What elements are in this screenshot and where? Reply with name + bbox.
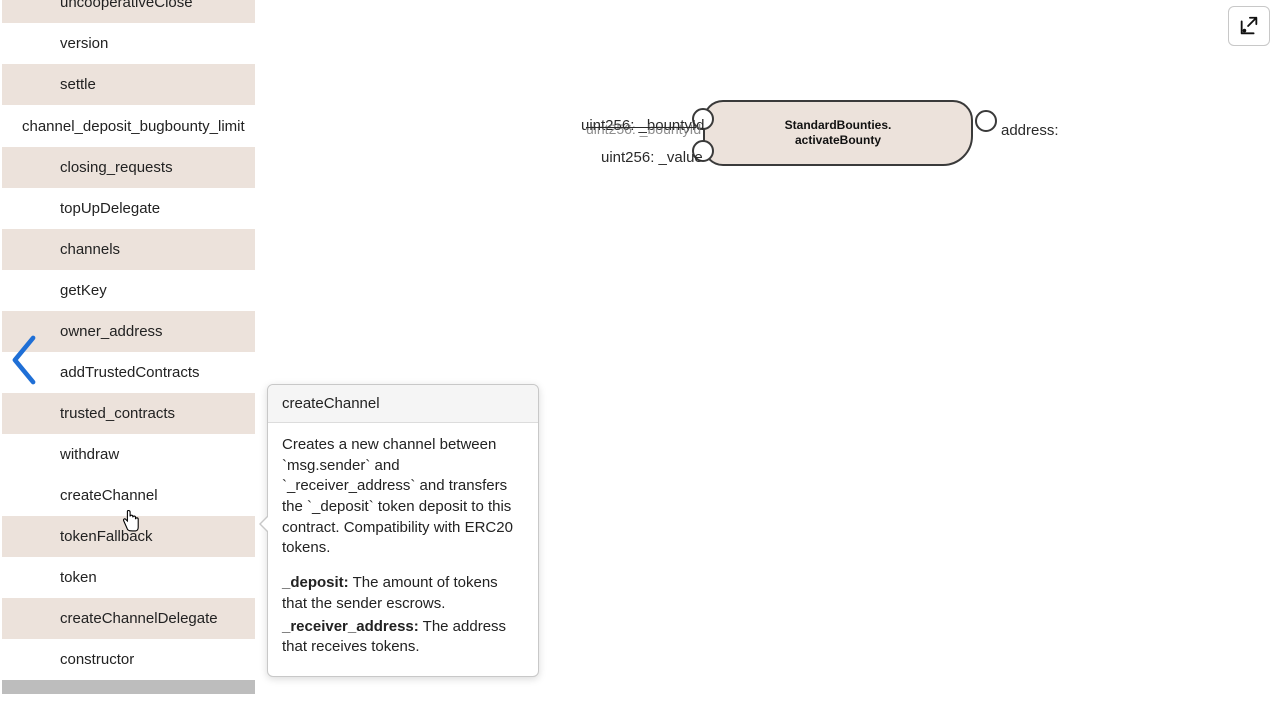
sidebar-item-label: token bbox=[60, 569, 97, 586]
sidebar-item-label: version bbox=[60, 35, 108, 52]
port-label-strike bbox=[586, 127, 696, 128]
sidebar-item-createchannel[interactable]: createChannel bbox=[2, 475, 255, 516]
sidebar-item-label: channels bbox=[60, 241, 120, 258]
popover-description: Creates a new channel between `msg.sende… bbox=[282, 435, 524, 559]
sidebar-item-label: topUpDelegate bbox=[60, 200, 160, 217]
sidebar-item[interactable]: constructor bbox=[2, 639, 255, 680]
sidebar-item[interactable]: version bbox=[2, 23, 255, 64]
sidebar-group-header[interactable]: channel_deposit_bugbounty_limit bbox=[2, 105, 255, 147]
port-label-overlap: uint256: _bountyId bbox=[586, 121, 701, 137]
popover-param: _deposit: The amount of tokens that the … bbox=[282, 573, 524, 614]
group-header-label: channel_deposit_bugbounty_limit bbox=[22, 118, 245, 135]
sidebar-item-label: owner_address bbox=[60, 323, 163, 340]
node-title-line1: StandardBounties. bbox=[785, 118, 892, 133]
sidebar-item-label: getKey bbox=[60, 282, 107, 299]
popover-param: _receiver_address: The address that rece… bbox=[282, 617, 524, 658]
sidebar-item-label: uncooperativeClose bbox=[60, 0, 193, 11]
param-name: _receiver_address: bbox=[282, 618, 419, 635]
prev-arrow[interactable] bbox=[8, 334, 40, 386]
export-button[interactable] bbox=[1228, 6, 1270, 46]
sidebar-item[interactable]: topUpDelegate bbox=[2, 188, 255, 229]
sidebar-item[interactable]: getKey bbox=[2, 270, 255, 311]
sidebar-item-label: constructor bbox=[60, 651, 134, 668]
output-port[interactable] bbox=[975, 110, 997, 132]
sidebar-item[interactable]: createChannelDelegate bbox=[2, 598, 255, 639]
port-label: address: bbox=[1001, 122, 1059, 139]
sidebar-scrollbar[interactable] bbox=[2, 680, 255, 694]
sidebar-item[interactable]: trusted_contracts bbox=[2, 393, 255, 434]
graph-node[interactable]: StandardBounties. activateBounty bbox=[703, 100, 973, 166]
sidebar-item-label: addTrustedContracts bbox=[60, 364, 200, 381]
sidebar-item-label: closing_requests bbox=[60, 159, 173, 176]
sidebar-item-label: trusted_contracts bbox=[60, 405, 175, 422]
port-label: uint256: _value bbox=[601, 149, 703, 166]
sidebar-item-label: createChannelDelegate bbox=[60, 610, 218, 627]
sidebar-item[interactable]: token bbox=[2, 557, 255, 598]
sidebar-item-label: tokenFallback bbox=[60, 528, 153, 545]
sidebar-item[interactable]: withdraw bbox=[2, 434, 255, 475]
sidebar-item-label: settle bbox=[60, 76, 96, 93]
sidebar-item[interactable]: tokenFallback bbox=[2, 516, 255, 557]
tooltip-popover: createChannel Creates a new channel betw… bbox=[267, 384, 539, 677]
sidebar-item[interactable]: channels bbox=[2, 229, 255, 270]
sidebar: uncooperativeClose version settle channe… bbox=[2, 0, 256, 720]
popover-body: Creates a new channel between `msg.sende… bbox=[268, 423, 538, 676]
sidebar-item[interactable]: settle bbox=[2, 64, 255, 105]
sidebar-item[interactable]: uncooperativeClose bbox=[2, 0, 255, 23]
sidebar-item[interactable]: closing_requests bbox=[2, 147, 255, 188]
popover-title: createChannel bbox=[268, 385, 538, 423]
node-title-line2: activateBounty bbox=[795, 133, 881, 148]
export-icon bbox=[1238, 15, 1260, 37]
sidebar-item-label: withdraw bbox=[60, 446, 119, 463]
param-name: _deposit: bbox=[282, 574, 349, 591]
sidebar-item-label: createChannel bbox=[60, 487, 158, 504]
